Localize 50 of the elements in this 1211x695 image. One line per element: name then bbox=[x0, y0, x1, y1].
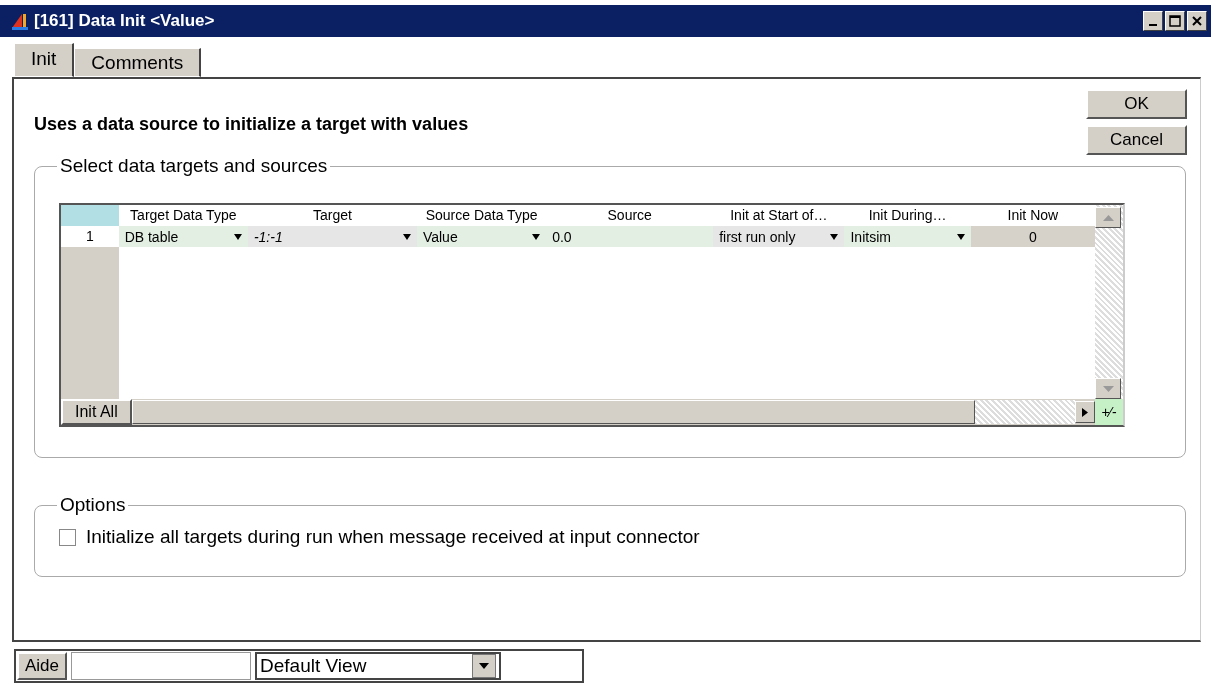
down-arrow-icon bbox=[1102, 385, 1114, 392]
column-header[interactable]: Init Now bbox=[970, 205, 1095, 226]
minimize-button[interactable] bbox=[1143, 11, 1163, 31]
scroll-down-button[interactable] bbox=[1095, 378, 1121, 399]
table-cell[interactable]: -1:-1 bbox=[247, 226, 417, 247]
up-arrow-icon bbox=[1102, 214, 1114, 221]
dropdown-arrow-icon bbox=[532, 233, 541, 240]
maximize-icon bbox=[1169, 15, 1181, 27]
dialog-button[interactable]: OK bbox=[1086, 89, 1187, 119]
table-cell[interactable]: first run only bbox=[713, 226, 845, 247]
column-header[interactable]: Target bbox=[247, 205, 417, 226]
scrollbar-thumb[interactable] bbox=[131, 400, 975, 424]
tab[interactable]: Comments bbox=[74, 48, 202, 77]
checkbox-label: Initialize all targets during run when message received at input connector bbox=[86, 526, 700, 548]
column-header[interactable]: Init at Start of… bbox=[713, 205, 845, 226]
dropdown-arrow-icon bbox=[402, 233, 411, 240]
scroll-up-button[interactable] bbox=[1095, 207, 1121, 228]
table-cell[interactable]: Value bbox=[416, 226, 547, 247]
maximize-button[interactable] bbox=[1165, 11, 1185, 31]
table-cell[interactable]: Initsim bbox=[844, 226, 971, 247]
table-cell[interactable]: DB table bbox=[118, 226, 248, 247]
column-header[interactable]: Target Data Type bbox=[118, 205, 248, 226]
window-title: [161] Data Init <Value> bbox=[34, 11, 216, 31]
init-all-button[interactable]: Init All bbox=[61, 399, 132, 425]
dropdown-arrow-icon bbox=[479, 663, 490, 669]
app-logo-icon bbox=[10, 12, 30, 30]
minimize-icon bbox=[1149, 24, 1157, 26]
description-text: Uses a data source to initialize a target with values bbox=[34, 114, 469, 135]
table-cell[interactable]: 0 bbox=[970, 226, 1096, 247]
right-arrow-icon bbox=[1082, 407, 1088, 417]
help-button[interactable]: Aide bbox=[17, 652, 68, 680]
dropdown-arrow-icon bbox=[233, 233, 242, 240]
column-header[interactable]: Source Data Type bbox=[416, 205, 547, 226]
dropdown-arrow-icon bbox=[830, 233, 839, 240]
dropdown-arrow-icon bbox=[956, 233, 965, 240]
scroll-right-button[interactable] bbox=[1075, 401, 1095, 423]
close-icon bbox=[1191, 15, 1203, 27]
group-title: Select data targets and sources bbox=[59, 155, 329, 177]
table-cell[interactable]: 0.0 bbox=[546, 226, 714, 247]
tab[interactable]: Init bbox=[14, 43, 75, 77]
column-header[interactable]: Source bbox=[546, 205, 714, 226]
group-title: Options bbox=[59, 494, 127, 516]
corner-header bbox=[61, 205, 119, 226]
column-header[interactable]: Init During… bbox=[844, 205, 971, 226]
close-button[interactable] bbox=[1187, 11, 1207, 31]
view-dropdown[interactable]: Default View bbox=[255, 652, 502, 680]
checkbox[interactable] bbox=[59, 528, 76, 546]
add-remove-button[interactable]: +⁄- bbox=[1095, 399, 1123, 425]
input-field[interactable] bbox=[71, 652, 252, 680]
dialog-button[interactable]: Cancel bbox=[1086, 125, 1187, 155]
